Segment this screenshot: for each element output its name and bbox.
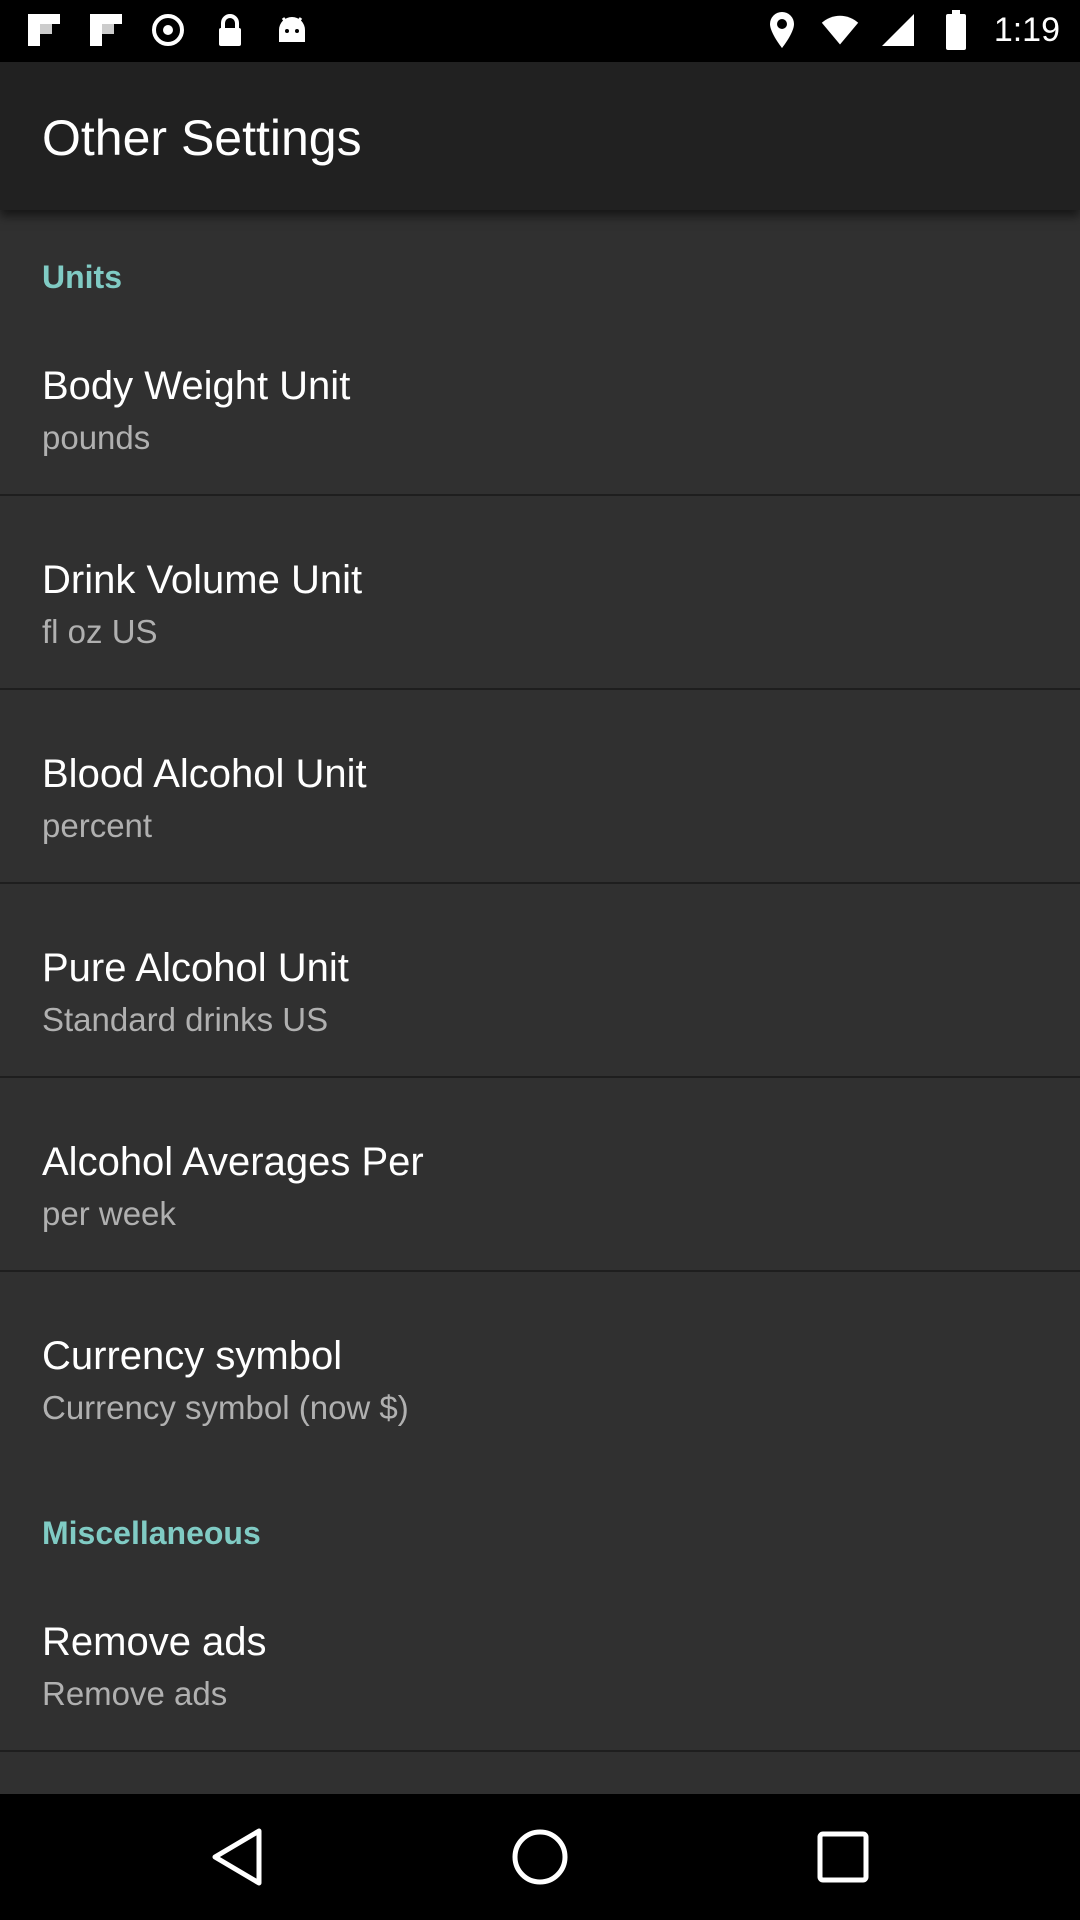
page-title: Other Settings xyxy=(42,110,362,166)
pref-summary: per week xyxy=(42,1195,176,1232)
back-icon[interactable] xyxy=(197,1817,277,1897)
pref-title: Alcohol Averages Per xyxy=(42,1140,424,1184)
android-icon xyxy=(272,10,312,50)
pref-summary: Standard drinks US xyxy=(42,1001,329,1038)
flipboard-icon xyxy=(86,10,126,50)
pref-title: Blood Alcohol Unit xyxy=(42,752,367,796)
settings-list[interactable]: Units Body Weight Unit pounds Drink Volu… xyxy=(0,210,1080,1794)
home-icon[interactable] xyxy=(500,1817,580,1897)
app-bar: Other Settings xyxy=(0,62,1080,210)
pref-title: Body Weight Unit xyxy=(42,364,351,408)
section-header-units: Units xyxy=(42,259,122,295)
status-time: 1:19 xyxy=(993,11,1060,49)
location-icon xyxy=(762,10,802,50)
navigation-bar xyxy=(0,1794,1080,1920)
lock-icon xyxy=(210,10,250,50)
recents-icon[interactable] xyxy=(803,1817,883,1897)
pref-remove-ads[interactable]: Remove ads Remove ads xyxy=(0,1598,1080,1760)
pref-summary: fl oz US xyxy=(42,613,158,650)
pref-title: Currency symbol xyxy=(42,1334,343,1378)
wifi-icon xyxy=(820,10,860,50)
pref-summary: Remove ads xyxy=(42,1675,228,1712)
divider xyxy=(0,1750,1080,1752)
pref-blood-alcohol-unit[interactable]: Blood Alcohol Unit percent xyxy=(0,690,1080,882)
section-header-miscellaneous: Miscellaneous xyxy=(42,1515,261,1551)
pref-drink-volume-unit[interactable]: Drink Volume Unit fl oz US xyxy=(0,496,1080,688)
alarm-icon xyxy=(148,10,188,50)
pref-title: Pure Alcohol Unit xyxy=(42,946,349,990)
pref-pure-alcohol-unit[interactable]: Pure Alcohol Unit Standard drinks US xyxy=(0,884,1080,1076)
pref-title: Drink Volume Unit xyxy=(42,558,363,602)
pref-summary: pounds xyxy=(42,419,151,456)
pref-alcohol-averages-per[interactable]: Alcohol Averages Per per week xyxy=(0,1078,1080,1270)
status-bar: 1:19 xyxy=(0,0,1080,62)
pref-title: Remove ads xyxy=(42,1620,267,1664)
pref-currency-symbol[interactable]: Currency symbol Currency symbol (now $) xyxy=(0,1272,1080,1464)
pref-summary: Currency symbol (now $) xyxy=(42,1389,409,1426)
signal-icon xyxy=(878,10,918,50)
pref-summary: percent xyxy=(42,807,153,844)
battery-icon xyxy=(936,10,976,50)
flipboard-icon xyxy=(24,10,64,50)
pref-body-weight-unit[interactable]: Body Weight Unit pounds xyxy=(0,342,1080,504)
